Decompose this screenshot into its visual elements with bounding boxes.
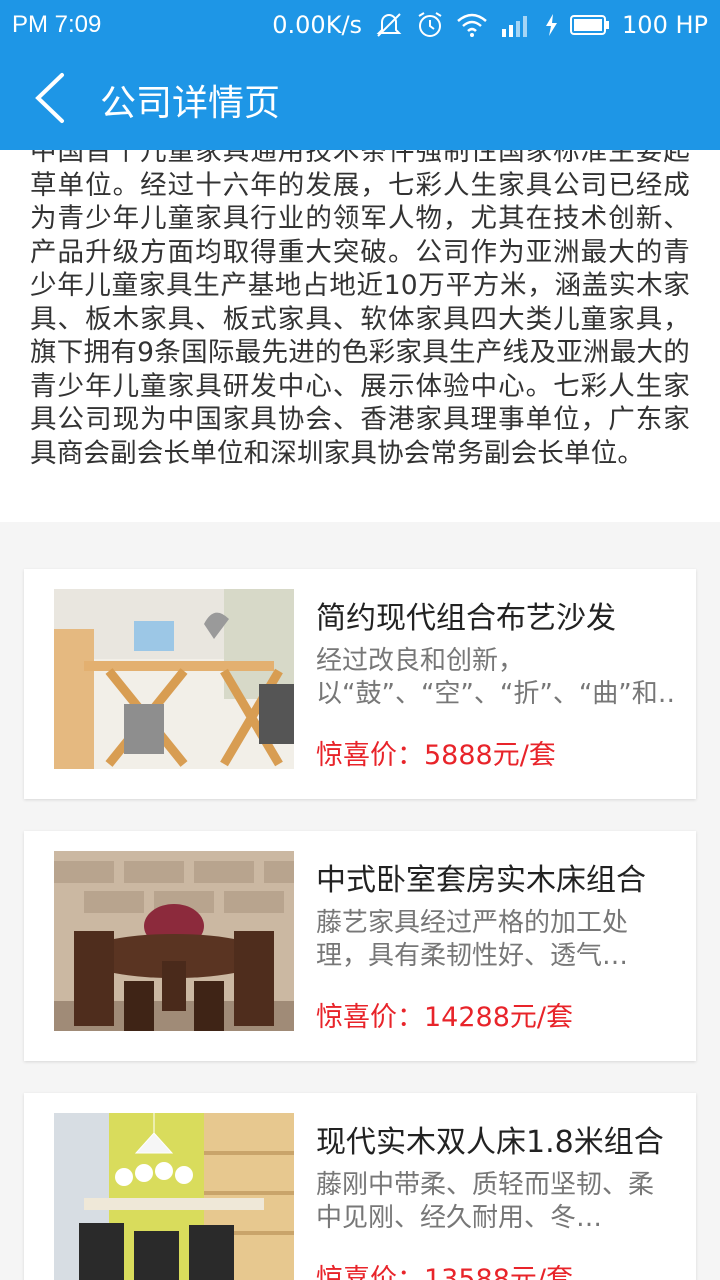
status-bar: PM 7:09 0.00K/s 100 HP [0,0,720,50]
wifi-icon [456,13,488,37]
product-image-dining-room [54,1113,294,1280]
app-bar: PM 7:09 0.00K/s 100 HP 公司详情页 [0,0,720,150]
product-card[interactable]: 现代实木双人床1.8米组合 藤刚中带柔、质轻而坚韧、柔中见刚、经久耐用、冬… 惊… [24,1093,696,1280]
page-title: 公司详情页 [100,83,281,124]
toolbar: 公司详情页 [0,50,720,150]
product-image-office-desk [54,589,294,769]
charging-icon [544,13,558,37]
product-intro: 藤刚中带柔、质轻而坚韧、柔中见刚、经久耐用、冬… [316,1170,655,1233]
product-image-dining-table [54,851,294,1031]
network-speed: 0.00K/s [272,11,363,39]
product-price: 惊喜价：13588元/套 [316,1264,573,1280]
product-name: 简约现代组合布艺沙发 [316,601,616,636]
product-intro: 藤艺家具经过严格的加工处理，具有柔韧性好、透气… [316,908,629,971]
product-price: 惊喜价：5888元/套 [316,740,556,771]
mute-icon [374,12,404,38]
chevron-left-icon [30,72,70,128]
product-intro: 经过改良和创新，以“鼓”、“空”、“折”、“曲”和… [316,646,676,709]
product-name: 中式卧室套房实木床组合 [316,863,646,898]
product-name: 现代实木双人床1.8米组合 [316,1125,664,1160]
battery-icon [570,14,610,36]
alarm-icon [416,11,444,39]
back-button[interactable] [0,50,100,150]
status-time: PM 7:09 [12,11,102,38]
product-card[interactable]: 中式卧室套房实木床组合 藤艺家具经过严格的加工处理，具有柔韧性好、透气… 惊喜价… [24,831,696,1061]
battery-level: 100 HP [622,11,708,39]
product-price: 惊喜价：14288元/套 [316,1002,573,1033]
signal-icon [500,13,532,37]
company-description: 中国首个儿童家具通用技术条件强制性国家标准主要起草单位。经过十六年的发展，七彩人… [30,136,690,469]
product-card[interactable]: 简约现代组合布艺沙发 经过改良和创新，以“鼓”、“空”、“折”、“曲”和… 惊喜… [24,569,696,799]
